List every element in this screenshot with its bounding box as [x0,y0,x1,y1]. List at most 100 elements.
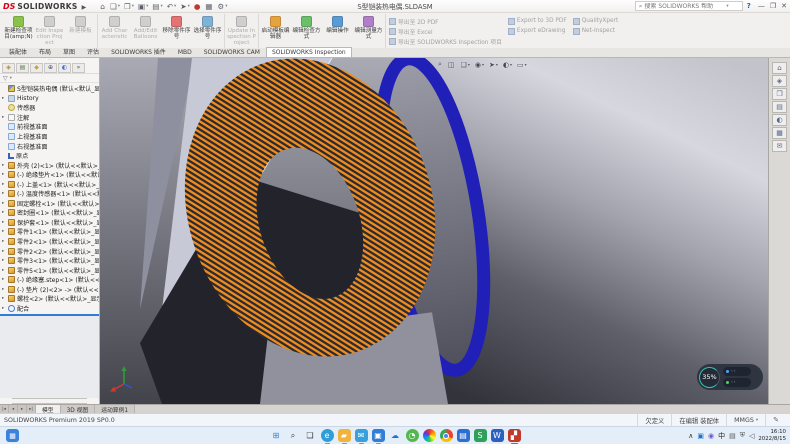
tree-item[interactable]: ▸ (-) 上盖<1> (默认<<默认>_显示状 [0,179,99,189]
ribbon-button[interactable]: 编辑测量方式 [353,14,384,48]
commandmanager-tab[interactable]: 装配体 [3,45,33,57]
dimxpertmanager-tab[interactable]: ⊕ [44,63,57,73]
tray-blue-app-icon[interactable]: ▣ [697,432,704,440]
tree-item[interactable]: ▸ (-) 绝缘塞.step<1> (默认<<默认> [0,275,99,285]
open-icon[interactable]: ❒ ▾ [124,2,134,11]
document-tab[interactable]: 3D 视图 [61,405,96,413]
rebuild-traffic-light-icon[interactable]: ● [194,2,202,11]
tree-item[interactable]: ▸ 零件2<2> (默认<<默认>_显示状 [0,246,99,256]
save-icon[interactable]: ▣ ▾ [138,2,148,11]
commandmanager-tab[interactable]: MBD [172,47,198,57]
maximize-button[interactable]: ❐ [770,2,776,10]
tree-item[interactable]: ▸ 螺栓<2> (默认<<默认>_显示状态 [0,294,99,304]
task-view-button[interactable]: ❏ [304,429,317,442]
tree-item[interactable]: ▸ History [0,94,99,104]
defender-icon[interactable]: ⛨ [740,431,745,440]
tree-item[interactable]: ▸ 保护套<1> (默认<<默认>_显示状 [0,218,99,228]
search-input[interactable] [644,3,724,10]
ribbon-button[interactable]: Update Inspection Project [226,14,257,48]
tree-item[interactable]: ▸ 外壳 (2)<1> (默认<<默认>_显示状 [0,160,99,170]
rainbow-browser-icon[interactable] [423,429,436,442]
search-caret-icon[interactable]: ▾ [726,4,728,9]
ribbon-button[interactable]: Add/Edit Balloons [130,14,161,48]
tree-item[interactable]: S型铠装热电偶 (默认<默认_显示状态-1 [0,84,99,94]
display-style-icon[interactable]: ◉ ▾ [475,61,484,69]
configurationmanager-tab[interactable]: ◆ [30,63,43,73]
units-selector[interactable]: MMGS ▾ [726,414,765,426]
export-button[interactable]: QualityXpert [573,16,619,26]
volume-icon[interactable]: ◁ [749,432,754,440]
options-gear-icon[interactable]: ⚙ ▾ [218,2,228,11]
store-icon[interactable]: ▣ [372,429,385,442]
overlay-button-bottom[interactable]: ‹› [723,378,751,387]
displaymanager-tab[interactable]: ◐ [58,63,71,73]
word-icon[interactable]: W [491,429,504,442]
ribbon-button[interactable]: 编辑检查方式 [291,14,322,48]
ribbon-button[interactable]: 移除零件序号 [161,14,192,48]
solidworks-resources-tab[interactable]: ⌂ [772,62,787,74]
tree-item[interactable]: ▸ 零件5<1> (默认<<默认>_显示状 [0,265,99,275]
close-button[interactable]: ✕ [781,2,787,10]
export-button[interactable]: 导出至 2D PDF [389,16,502,26]
menu-expand-arrow-icon[interactable]: ▶ [82,4,87,11]
ribbon-button[interactable]: Add Characteristic [99,14,130,48]
ribbon-button[interactable]: 编辑操作 [322,14,353,48]
commandmanager-tab[interactable]: 评估 [81,45,105,57]
ribbon-button[interactable]: 新建检查项目(amp;N) [3,14,34,48]
tree-item[interactable]: 传感器 [0,103,99,113]
commandmanager-tab[interactable]: 草图 [57,45,81,57]
tree-item[interactable]: ▸ 固定螺栓<1> (默认<<默认>_显示 [0,199,99,209]
help-icon[interactable]: ? [747,2,751,10]
export-button[interactable]: Export to 3D PDF [508,16,567,26]
tree-filter[interactable]: ▽ ▾ [0,74,99,83]
section-view-icon[interactable]: ◫ [448,61,456,69]
view-settings-icon[interactable]: ▭ ▾ [517,61,527,69]
tab-nav-button[interactable]: ◂ [9,405,18,413]
overlay-button-top[interactable]: ‹› [723,367,751,376]
ribbon-button[interactable]: 选择零件序号 [192,14,223,48]
commandmanager-tab[interactable]: SOLIDWORKS Inspection [266,47,352,57]
tree-item[interactable]: 原点 [0,151,99,161]
print-icon[interactable]: ▤ ▾ [152,2,162,11]
panel-overflow-button[interactable]: » [72,63,85,73]
document-tab[interactable]: 运动算例1 [95,405,135,413]
export-button[interactable]: Net-Inspect [573,26,619,36]
tab-nav-button[interactable]: ▸| [27,405,36,413]
export-button[interactable]: 导出至 SOLIDWORKS Inspection 项目 [389,36,502,46]
tree-item[interactable]: ▸ 密封圈<1> (默认<<默认>_显示状 [0,208,99,218]
design-library-tab[interactable]: ◈ [772,75,787,87]
appearance-icon[interactable]: ◐ ▾ [503,61,512,69]
commandmanager-tab[interactable]: SOLIDWORKS 插件 [105,45,172,57]
tree-item[interactable]: 前视基准面 [0,122,99,132]
export-button[interactable]: Export eDrawing [508,26,567,36]
ime-language-indicator[interactable]: 中 [718,431,725,441]
ime-mode-icon[interactable]: ▤ [729,432,736,440]
graphics-viewport[interactable]: ⌕ ◫ ❏ ▾ ◉ ▾ ➤ ▾ ◐ ▾ ▭ [100,58,768,404]
view-orientation-icon[interactable]: ❏ ▾ [461,61,470,69]
help-search-box[interactable]: ⌕ ▾ [635,1,743,11]
tab-nav-button[interactable]: |◂ [0,405,9,413]
tree-item[interactable]: 上视基准面 [0,132,99,142]
commandmanager-tab[interactable]: 布局 [33,45,57,57]
edge-icon[interactable]: e [321,429,334,442]
ribbon-button[interactable]: Edit Inspection Project [34,14,65,48]
mail-icon[interactable]: ✉ [355,429,368,442]
file-explorer-icon[interactable]: ▰ [338,429,351,442]
document-tab[interactable]: 模型 [36,405,61,413]
search-button[interactable]: ⌕ [287,429,300,442]
view-palette-tab[interactable]: ▤ [772,101,787,113]
tree-item[interactable]: ▸ 注解 [0,113,99,123]
solidworks-taskbar-icon[interactable]: ▞ [508,429,521,442]
tree-item[interactable]: ▸ 零件3<1> (默认<<默认>_显示状 [0,256,99,266]
green-app-icon[interactable]: ◔ [406,429,419,442]
chrome-icon[interactable] [440,429,453,442]
blue-app-icon[interactable]: ▤ [457,429,470,442]
forum-tab[interactable]: ✉ [772,140,787,152]
file-explorer-tab[interactable]: ❒ [772,88,787,100]
file-properties-icon[interactable]: ▦ [205,2,213,11]
ribbon-button[interactable]: 启动模板编辑器 [260,14,291,48]
commandmanager-tab[interactable]: SOLIDWORKS CAM [198,47,266,57]
start-button[interactable]: ⊞ [270,429,283,442]
home-icon[interactable]: ⌂ [100,2,106,11]
tray-expand-icon[interactable]: ∧ [688,432,693,440]
